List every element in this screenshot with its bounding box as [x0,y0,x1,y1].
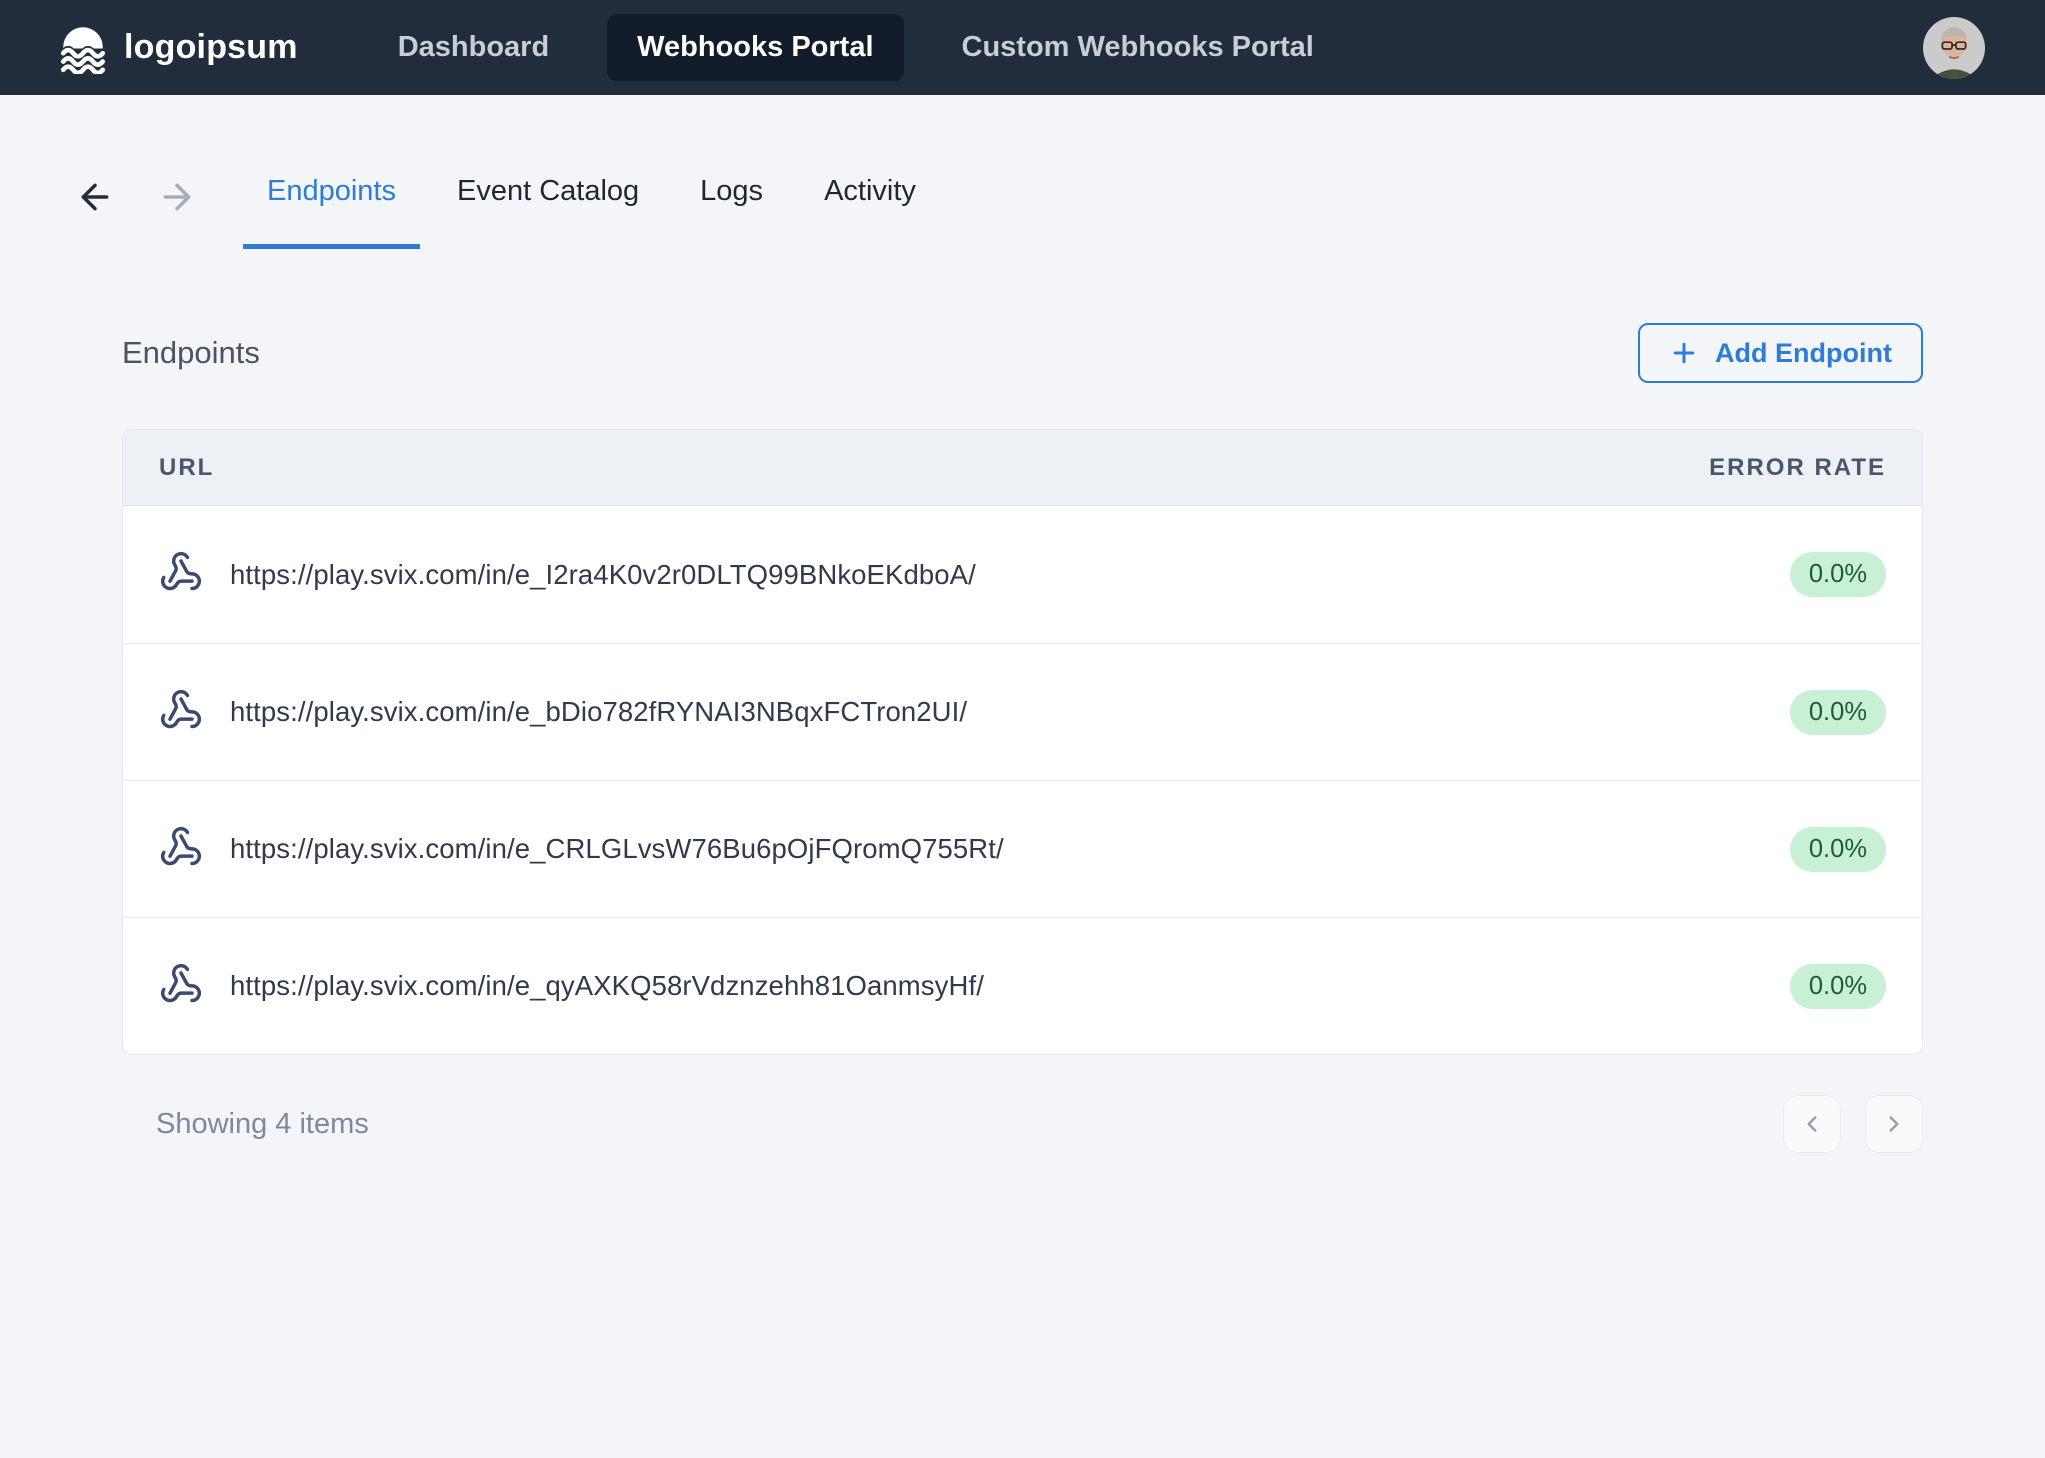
nav-item-webhooks-portal[interactable]: Webhooks Portal [607,14,903,81]
arrow-right-icon [157,177,197,217]
logo-text: logoipsum [124,28,298,67]
add-endpoint-button[interactable]: Add Endpoint [1638,323,1923,383]
webhook-icon [159,688,203,737]
tab-activity[interactable]: Activity [800,175,940,249]
endpoints-table: URL ERROR RATE https://play.svix.com/in/… [122,429,1923,1055]
arrow-left-icon [75,177,115,217]
top-navbar: logoipsum Dashboard Webhooks Portal Cust… [0,0,2045,95]
table-footer: Showing 4 items [122,1095,1923,1153]
webhook-icon [159,962,203,1011]
nav-item-custom-webhooks-portal[interactable]: Custom Webhooks Portal [962,31,1314,64]
add-endpoint-label: Add Endpoint [1715,338,1892,369]
table-header-row: URL ERROR RATE [123,430,1922,506]
tab-logs[interactable]: Logs [676,175,787,249]
table-row[interactable]: https://play.svix.com/in/e_I2ra4K0v2r0DL… [123,506,1922,643]
endpoint-url: https://play.svix.com/in/e_I2ra4K0v2r0DL… [230,559,976,591]
forward-arrow-button[interactable] [157,177,197,220]
tab-endpoints[interactable]: Endpoints [243,175,420,249]
column-header-url: URL [159,454,214,482]
table-row[interactable]: https://play.svix.com/in/e_CRLGLvsW76Bu6… [123,780,1922,917]
chevron-left-icon [1799,1111,1825,1137]
webhook-icon [159,550,203,599]
next-page-button[interactable] [1865,1095,1923,1153]
tab-event-catalog[interactable]: Event Catalog [433,175,663,249]
endpoint-url: https://play.svix.com/in/e_CRLGLvsW76Bu6… [230,833,1004,865]
tabs-bar: Endpoints Event Catalog Logs Activity [0,95,2045,249]
nav-item-dashboard[interactable]: Dashboard [398,31,549,64]
main-content: Endpoints Add Endpoint URL ERROR RATE ht… [0,323,2045,1153]
error-rate-badge: 0.0% [1790,964,1886,1009]
table-row[interactable]: https://play.svix.com/in/e_qyAXKQ58rVdzn… [123,917,1922,1054]
showing-items-text: Showing 4 items [156,1108,369,1141]
top-nav-items: Dashboard Webhooks Portal Custom Webhook… [398,14,1314,81]
error-rate-badge: 0.0% [1790,690,1886,735]
table-row[interactable]: https://play.svix.com/in/e_bDio782fRYNAI… [123,643,1922,780]
brand-logo[interactable]: logoipsum [57,22,298,74]
chevron-right-icon [1881,1111,1907,1137]
pagination [1783,1095,1923,1153]
page-title: Endpoints [122,335,260,371]
tab-list: Endpoints Event Catalog Logs Activity [243,175,940,249]
back-arrow-button[interactable] [75,177,115,220]
endpoint-url: https://play.svix.com/in/e_qyAXKQ58rVdzn… [230,970,984,1002]
column-header-error-rate: ERROR RATE [1709,454,1886,482]
user-avatar[interactable] [1923,17,1985,79]
logo-icon [57,22,109,74]
error-rate-badge: 0.0% [1790,827,1886,872]
plus-icon [1669,338,1699,368]
webhook-icon [159,825,203,874]
previous-page-button[interactable] [1783,1095,1841,1153]
endpoint-url: https://play.svix.com/in/e_bDio782fRYNAI… [230,696,967,728]
error-rate-badge: 0.0% [1790,552,1886,597]
